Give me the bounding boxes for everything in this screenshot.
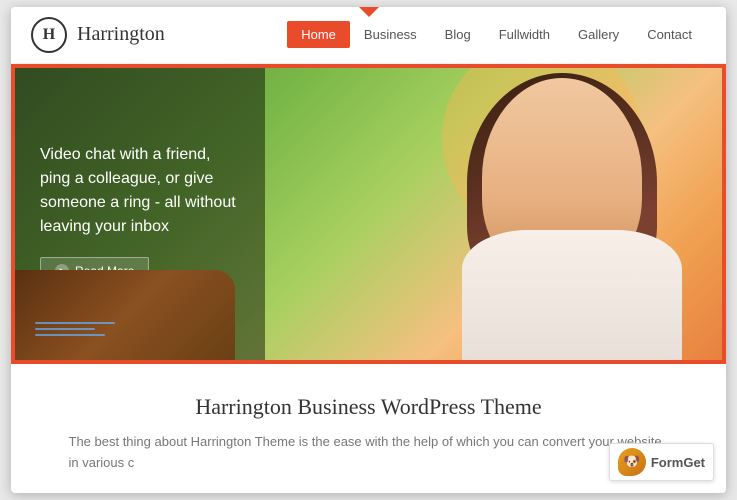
site-title: Harrington [77, 23, 287, 46]
dark-pattern [15, 270, 235, 360]
section-title: Harrington Business WordPress Theme [31, 394, 706, 420]
nav-item-business[interactable]: Business [350, 21, 431, 48]
browser-window: H Harrington Home Business Blog Fullwidt… [11, 7, 726, 494]
nav-item-gallery[interactable]: Gallery [564, 21, 633, 48]
formget-badge[interactable]: 🐶 FormGet [609, 443, 714, 481]
formget-label: FormGet [651, 455, 705, 470]
hero-bottom-element [15, 260, 275, 360]
formget-icon: 🐶 [618, 448, 646, 476]
nav-menu: Home Business Blog Fullwidth Gallery Con… [287, 21, 706, 48]
nav-item-contact[interactable]: Contact [633, 21, 706, 48]
nav-item-blog[interactable]: Blog [431, 21, 485, 48]
blue-line-1 [35, 322, 115, 324]
person-body [462, 230, 682, 360]
hero-person [262, 68, 722, 360]
logo-icon: H [31, 17, 67, 53]
top-indicator [359, 7, 379, 17]
hero-headline: Video chat with a friend, ping a colleag… [40, 143, 240, 239]
nav-item-fullwidth[interactable]: Fullwidth [485, 21, 564, 48]
blue-line-2 [35, 328, 95, 330]
section-description: The best thing about Harrington Theme is… [69, 432, 669, 474]
blue-lines-decoration [35, 322, 115, 340]
hero-section: Video chat with a friend, ping a colleag… [11, 64, 726, 364]
blue-line-3 [35, 334, 105, 336]
nav-item-home[interactable]: Home [287, 21, 350, 48]
